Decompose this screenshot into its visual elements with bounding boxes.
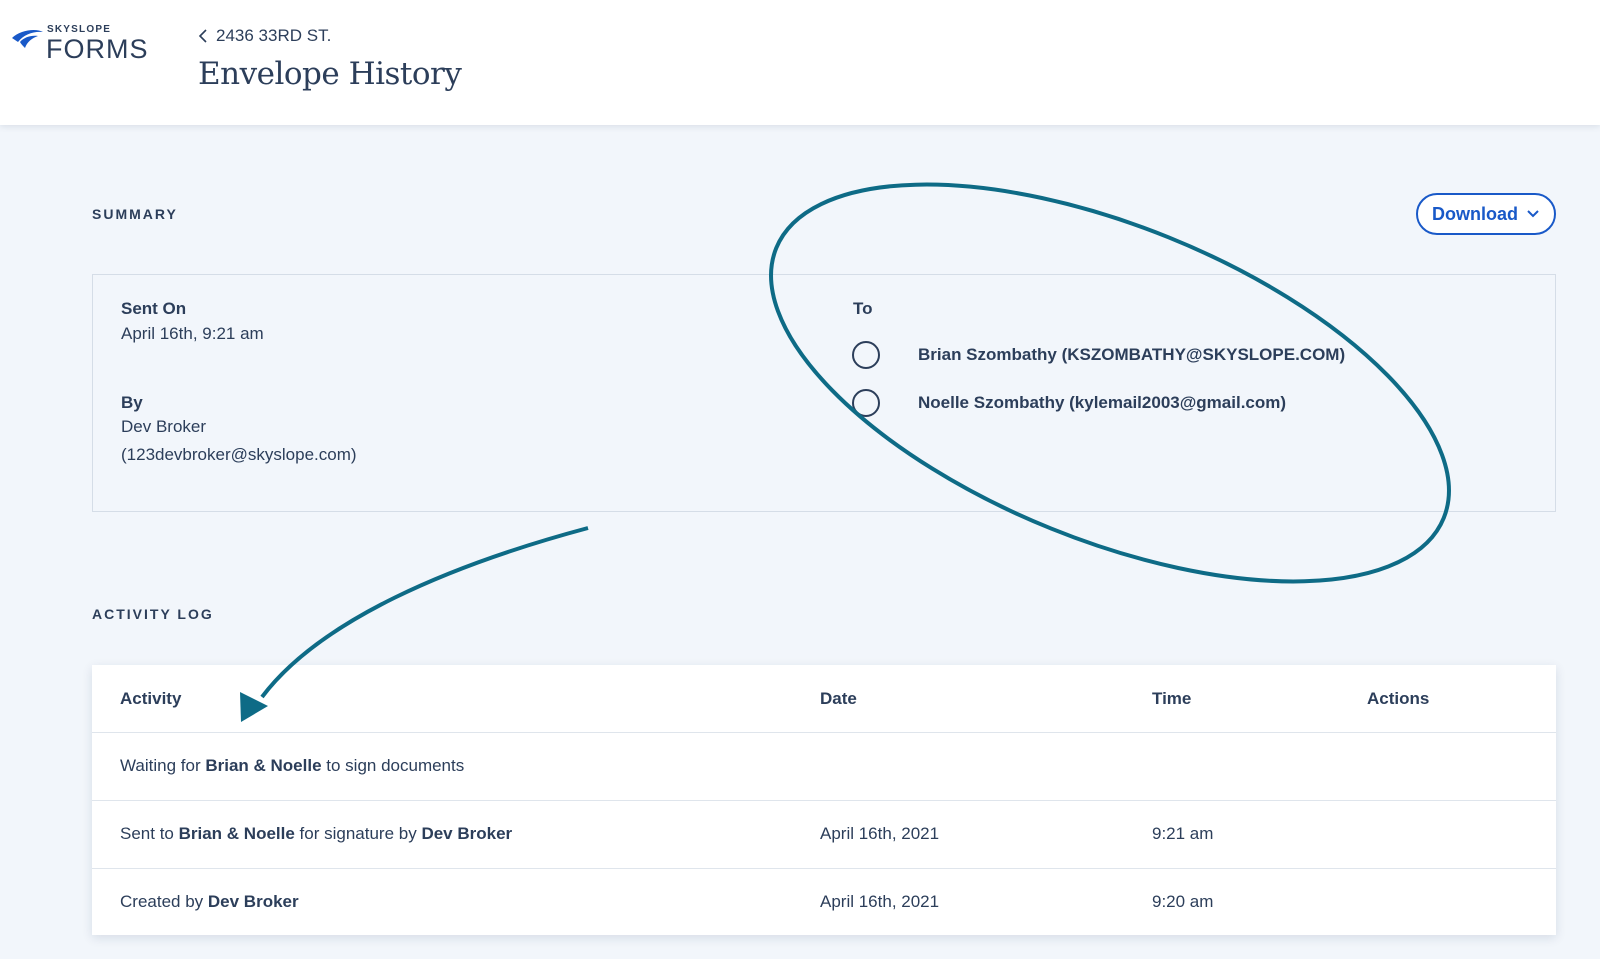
sent-on-value: April 16th, 9:21 am [121,324,264,343]
logo-big-text: FORMS [46,34,149,64]
by-label: By [121,393,143,412]
column-header-time: Time [1152,689,1192,708]
activity-text: Created by [120,892,208,911]
activity-log-section-label: ACTIVITY LOG [92,606,214,622]
activity-emphasis: Dev Broker [421,824,513,843]
activity-text: for signature by [294,824,422,843]
recipient-status-circle[interactable] [852,389,880,417]
by-name: Dev Broker [121,417,207,436]
breadcrumb[interactable]: 2436 33RD ST. [198,26,331,46]
date-cell: April 16th, 2021 [820,824,940,843]
top-header: SKYSLOPE FORMS 2436 33RD ST. Envelope Hi… [0,0,1600,125]
time-cell: 9:20 am [1152,892,1214,911]
column-header-actions: Actions [1367,689,1430,708]
activity-cell: Waiting for Brian & Noelle to sign docum… [120,756,464,776]
activity-text: Sent to [120,824,179,843]
recipient-status-circle[interactable] [852,341,880,369]
chevron-down-icon [1527,210,1539,218]
download-button[interactable]: Download [1416,193,1556,235]
activity-text: to sign documents [321,756,465,775]
activity-emphasis: Brian & Noelle [178,824,295,843]
column-header-date: Date [820,689,857,708]
summary-panel: Sent On April 16th, 9:21 am By Dev Broke… [92,274,1556,512]
recipient-name: Noelle Szombathy (kylemail2003@gmail.com… [918,393,1287,412]
by-email: (123devbroker@skyslope.com) [121,445,357,464]
recipient-name: Brian Szombathy (KSZOMBATHY@SKYSLOPE.COM… [918,345,1346,364]
activity-text: Waiting for [120,756,206,775]
to-label: To [853,299,873,318]
page-title: Envelope History [198,56,462,92]
summary-section-label: SUMMARY [92,206,178,222]
activity-cell: Created by Dev Broker [120,892,299,912]
breadcrumb-label[interactable]: 2436 33RD ST. [216,26,331,46]
activity-log-table: Activity Date Time Actions Waiting for B… [92,665,1556,935]
table-row: Waiting for Brian & Noelle to sign docum… [92,732,1556,800]
recipient-item[interactable]: Brian Szombathy (KSZOMBATHY@SKYSLOPE.COM… [852,341,1345,369]
time-cell: 9:21 am [1152,824,1214,843]
column-header-activity: Activity [120,689,182,708]
skyslope-swoosh-icon [12,30,43,48]
activity-cell: Sent to Brian & Noelle for signature by … [120,824,512,844]
date-cell: April 16th, 2021 [820,892,940,911]
activity-emphasis: Dev Broker [207,892,299,911]
table-row: Created by Dev Broker April 16th, 2021 9… [92,868,1556,936]
activity-emphasis: Brian & Noelle [205,756,322,775]
recipient-item[interactable]: Noelle Szombathy (kylemail2003@gmail.com… [852,389,1286,417]
chevron-left-icon[interactable] [198,28,208,44]
download-button-label: Download [1432,203,1518,224]
skyslope-forms-logo[interactable]: SKYSLOPE FORMS [10,22,150,66]
table-row: Sent to Brian & Noelle for signature by … [92,800,1556,868]
sent-on-label: Sent On [121,299,187,318]
